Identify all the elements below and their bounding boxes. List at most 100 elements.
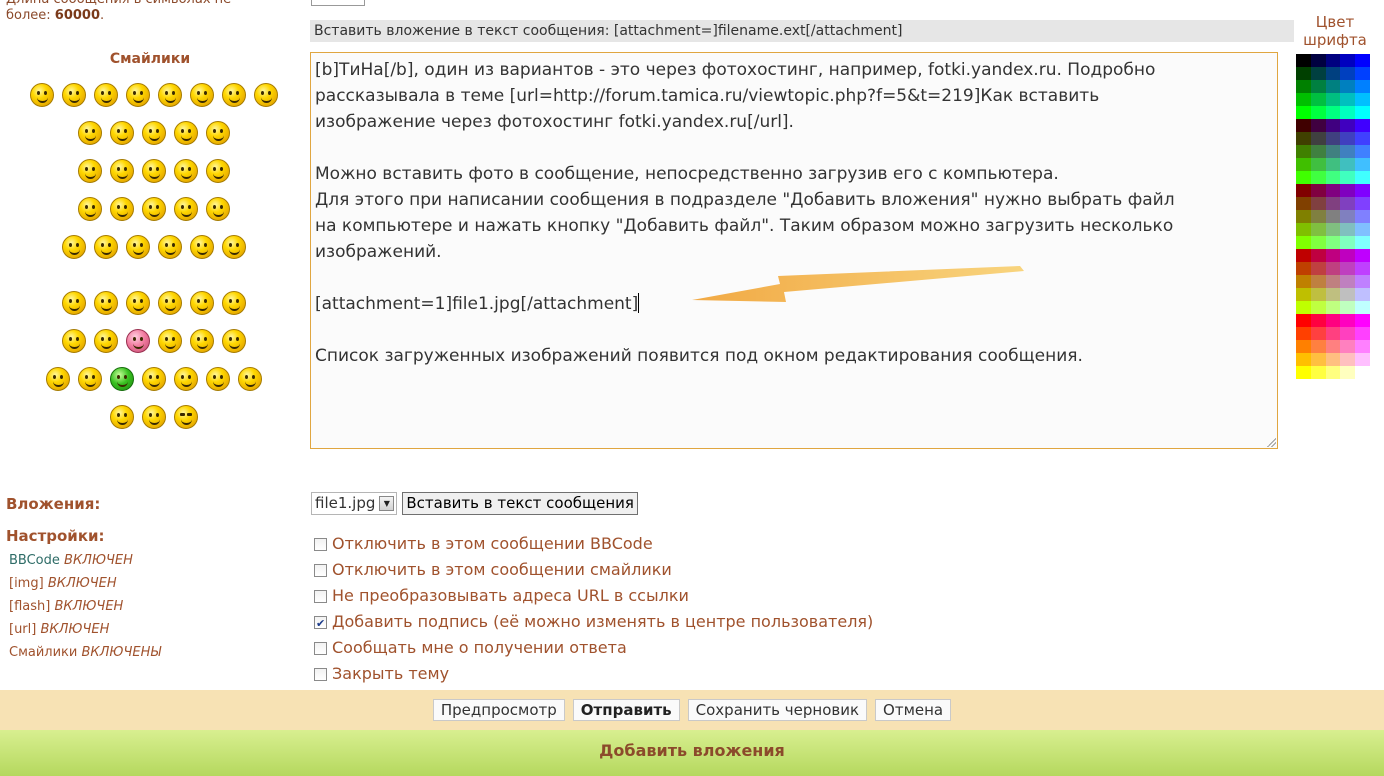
color-swatch[interactable] [1355,54,1370,67]
color-swatch[interactable] [1296,119,1311,132]
color-swatch[interactable] [1296,275,1311,288]
happy-icon[interactable] [254,83,278,107]
color-swatch[interactable] [1340,80,1356,93]
sleep-icon[interactable] [142,159,166,183]
color-swatch[interactable] [1325,80,1341,93]
color-swatch[interactable] [1310,158,1326,171]
color-swatch[interactable] [1296,93,1311,106]
color-swatch[interactable] [1340,119,1356,132]
option-notify[interactable]: Сообщать мне о получении ответа [314,635,873,661]
no-magic-url-checkbox[interactable] [314,589,327,603]
resize-grip-icon[interactable] [1266,437,1276,447]
disable-bbcode-label[interactable]: Отключить в этом сообщении BBCode [332,531,653,557]
color-swatch[interactable] [1296,132,1311,145]
color-swatch[interactable] [1355,171,1370,184]
color-swatch[interactable] [1296,106,1311,119]
notify-label[interactable]: Сообщать мне о получении ответа [332,635,627,661]
color-swatch[interactable] [1310,132,1326,145]
color-swatch[interactable] [1325,67,1341,80]
color-swatch[interactable] [1310,54,1326,67]
color-swatch[interactable] [1355,93,1370,106]
color-swatch[interactable] [1340,197,1356,210]
crazy-icon[interactable] [142,405,166,429]
sick-icon[interactable] [110,367,134,391]
color-swatch[interactable] [1340,171,1356,184]
shy-icon[interactable] [110,197,134,221]
pirate-icon[interactable] [110,159,134,183]
laugh-icon[interactable] [158,83,182,107]
disable-smilies-label[interactable]: Отключить в этом сообщении смайлики [332,557,672,583]
rose-icon[interactable] [142,121,166,145]
color-swatch[interactable] [1296,158,1311,171]
shock-icon[interactable] [190,235,214,259]
color-swatch[interactable] [1355,210,1370,223]
color-swatch[interactable] [1325,93,1341,106]
color-swatch[interactable] [1325,340,1341,353]
color-swatch[interactable] [1355,314,1370,327]
color-swatch[interactable] [1355,353,1370,366]
color-swatch[interactable] [1325,353,1341,366]
color-swatch[interactable] [1310,210,1326,223]
dance-icon[interactable] [206,197,230,221]
color-swatch[interactable] [1340,67,1356,80]
color-swatch[interactable] [1325,366,1341,379]
cancel-button[interactable]: Отмена [875,699,952,721]
lock-topic-checkbox[interactable] [314,667,327,681]
option-disable-smilies[interactable]: Отключить в этом сообщении смайлики [314,557,873,583]
color-swatch[interactable] [1325,106,1341,119]
color-swatch[interactable] [1310,249,1326,262]
wave-icon[interactable] [190,291,214,315]
neutral-icon[interactable] [190,83,214,107]
color-swatch[interactable] [1325,132,1341,145]
surprised-icon[interactable] [46,367,70,391]
chevron-down-icon[interactable]: ▼ [379,496,395,511]
applause-icon[interactable] [78,159,102,183]
hug-icon[interactable] [174,197,198,221]
facepalm-icon[interactable] [174,159,198,183]
color-swatch[interactable] [1296,249,1311,262]
color-swatch[interactable] [1355,249,1370,262]
color-swatch[interactable] [1296,366,1311,379]
point-icon[interactable] [78,197,102,221]
color-swatch[interactable] [1340,158,1356,171]
color-swatch[interactable] [1325,249,1341,262]
color-swatch[interactable] [1296,80,1311,93]
cry-icon[interactable] [190,329,214,353]
color-swatch[interactable] [1355,80,1370,93]
nerd-icon[interactable] [238,367,262,391]
kiss-icon[interactable] [110,405,134,429]
smile-icon[interactable] [30,83,54,107]
color-swatch[interactable] [1340,93,1356,106]
color-swatch[interactable] [1355,119,1370,132]
color-swatch[interactable] [1355,262,1370,275]
color-swatch[interactable] [1340,223,1356,236]
color-swatch[interactable] [1296,327,1311,340]
message-textarea[interactable]: [b]ТиНа[/b], один из вариантов - это чер… [310,52,1278,449]
color-swatch[interactable] [1355,132,1370,145]
color-swatch[interactable] [1340,275,1356,288]
bow-icon[interactable] [222,329,246,353]
color-swatch[interactable] [1310,314,1326,327]
sunglasses-icon[interactable] [174,405,198,429]
color-swatch[interactable] [1310,236,1326,249]
attach-signature-label[interactable]: Добавить подпись (её можно изменять в це… [332,609,873,635]
submit-button[interactable]: Отправить [572,699,680,721]
color-swatch[interactable] [1296,223,1311,236]
color-swatch[interactable] [1340,262,1356,275]
color-swatch[interactable] [1310,145,1326,158]
color-swatch[interactable] [1340,106,1356,119]
scared-icon[interactable] [142,197,166,221]
yahoo-icon[interactable] [126,291,150,315]
insert-attachment-button[interactable]: Вставить в текст сообщения [402,492,638,515]
option-disable-bbcode[interactable]: Отключить в этом сообщении BBCode [314,531,873,557]
tongue-icon[interactable] [158,291,182,315]
color-swatch[interactable] [1325,145,1341,158]
clap-icon[interactable] [206,367,230,391]
color-swatch[interactable] [1355,158,1370,171]
color-swatch[interactable] [1355,184,1370,197]
color-swatch[interactable] [1296,340,1311,353]
attach-signature-checkbox[interactable] [314,611,327,637]
color-swatch[interactable] [1340,314,1356,327]
color-swatch[interactable] [1325,158,1341,171]
color-swatch[interactable] [1325,314,1341,327]
